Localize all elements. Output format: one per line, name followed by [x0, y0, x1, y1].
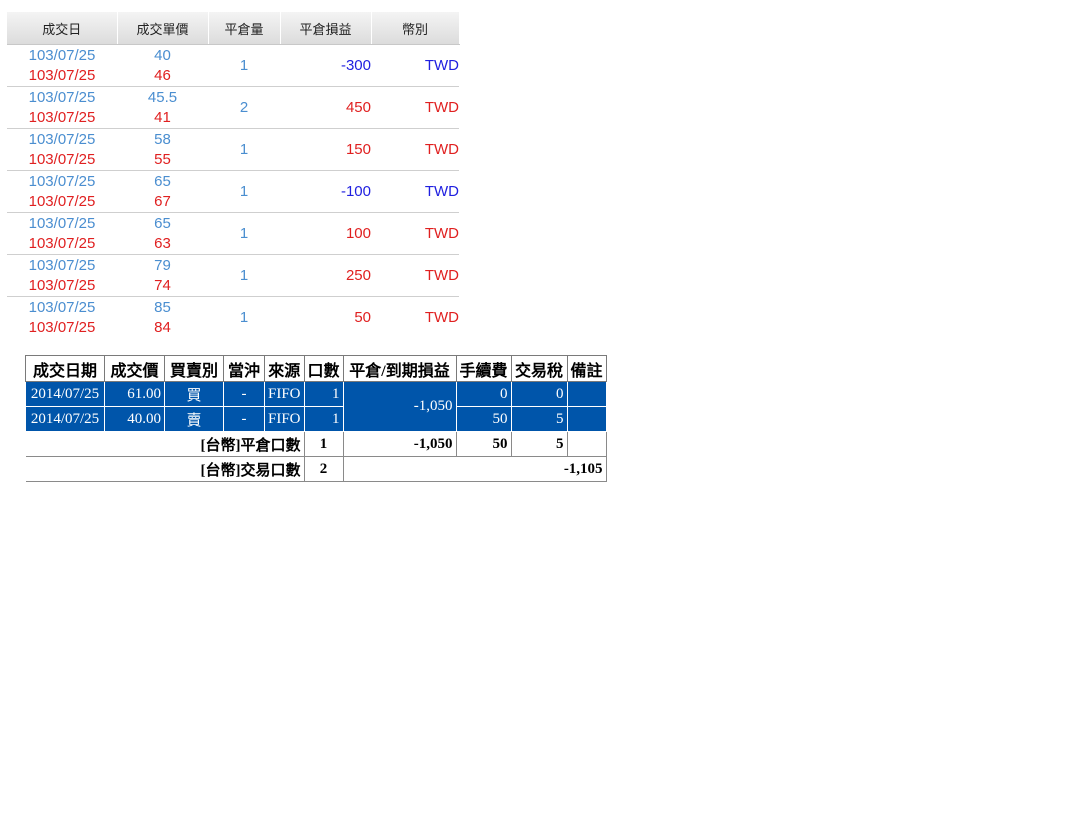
- trade-date-cell: 103/07/25 103/07/25: [7, 170, 117, 213]
- trade-price-cell: 40.00: [104, 406, 165, 432]
- header-trade-date: 成交日期: [25, 355, 105, 382]
- daytrade-cell: -: [223, 406, 265, 432]
- table-row[interactable]: 103/07/25 103/07/25 85 84 1 50 TWD: [7, 297, 459, 339]
- close-pl-cell: 50: [354, 309, 371, 326]
- header-source: 來源: [264, 355, 305, 382]
- side-cell: 賣: [164, 406, 224, 432]
- close-qty-cell: 1: [208, 212, 280, 255]
- header-close-expiry-pl: 平倉/到期損益: [342, 355, 457, 382]
- summary-trade-net: -1,105: [342, 456, 607, 482]
- table-row[interactable]: 103/07/25 103/07/25 65 63 1 100 TWD: [7, 212, 459, 255]
- close-pl-cell: -300: [280, 44, 371, 87]
- closed-positions-table: 成交日 成交單價 平倉量 平倉損益 幣別 103/07/25 103/07/25 …: [7, 12, 460, 338]
- currency-cell: TWD: [371, 44, 459, 87]
- unit-price-cell: 58 55: [117, 128, 208, 171]
- unit-price-cell: 65 67: [117, 170, 208, 213]
- header-note: 備註: [566, 355, 607, 382]
- trade-detail-table: 成交日期 成交價 買賣別 當沖 來源 口數 平倉/到期損益 手續費 交易稅 備註…: [25, 355, 607, 482]
- unit-price-cell: 65 63: [117, 212, 208, 255]
- tax-cell: 5: [510, 406, 568, 432]
- unit-price-cell: 40 46: [117, 44, 208, 87]
- trade-date-cell: 103/07/25 103/07/25: [7, 128, 117, 171]
- table-row[interactable]: 103/07/25 103/07/25 79 74 1 250 TWD: [7, 254, 459, 297]
- close-pl-cell: 450: [280, 86, 371, 129]
- currency-cell: TWD: [371, 254, 459, 297]
- close-expiry-pl-cell: -1,050: [342, 381, 457, 432]
- currency-cell: TWD: [371, 170, 459, 213]
- close-pl-cell: 150: [280, 128, 371, 171]
- trade-detail-header-row: 成交日期 成交價 買賣別 當沖 來源 口數 平倉/到期損益 手續費 交易稅 備註: [25, 355, 607, 382]
- trade-date-cell: 103/07/25 103/07/25: [7, 44, 117, 87]
- trade-price-cell: 61.00: [104, 381, 165, 407]
- trade-date-cell: 2014/07/25: [25, 381, 105, 407]
- currency-cell: TWD: [371, 86, 459, 129]
- header-close-pl[interactable]: 平倉損益: [280, 12, 372, 45]
- unit-price-cell: 45.5 41: [117, 86, 208, 129]
- header-lots: 口數: [303, 355, 344, 382]
- closed-positions-header-row: 成交日 成交單價 平倉量 平倉損益 幣別: [7, 12, 460, 45]
- table-row[interactable]: 103/07/25 103/07/25 40 46 1 -300 TWD: [7, 44, 459, 87]
- close-qty-cell: 1: [239, 309, 249, 326]
- unit-price-cell: 79 74: [117, 254, 208, 297]
- table-row[interactable]: 2014/07/25 61.00 買 - FIFO 1 -1,050 0 0: [25, 381, 607, 432]
- trade-date-cell: 103/07/25 103/07/25: [7, 212, 117, 255]
- note-cell: [566, 406, 607, 432]
- summary-trade-lots: 2: [303, 456, 344, 482]
- header-trade-price: 成交價: [104, 355, 165, 382]
- trade-date-cell: 2014/07/25: [25, 406, 105, 432]
- tax-cell: 0: [510, 381, 568, 407]
- header-currency[interactable]: 幣別: [371, 12, 460, 45]
- trade-date-cell: 103/07/25 103/07/25: [7, 254, 117, 297]
- close-qty-cell: 1: [208, 254, 280, 297]
- close-qty-cell: 1: [208, 128, 280, 171]
- source-cell: FIFO: [264, 381, 305, 407]
- summary-close-pl: -1,050: [342, 431, 457, 457]
- fee-cell: 50: [455, 406, 512, 432]
- lots-cell: 1: [303, 381, 344, 407]
- currency-cell: TWD: [371, 128, 459, 171]
- summary-close-label: [台幣]平倉口數: [25, 431, 305, 457]
- unit-price-cell: 85 84: [154, 298, 171, 336]
- header-fee: 手續費: [455, 355, 512, 382]
- close-pl-cell: 250: [280, 254, 371, 297]
- currency-cell: TWD: [424, 309, 459, 326]
- currency-cell: TWD: [371, 212, 459, 255]
- table-row[interactable]: 103/07/25 103/07/25 65 67 1 -100 TWD: [7, 170, 459, 213]
- table-row[interactable]: 103/07/25 103/07/25 45.5 41 2 450 TWD: [7, 86, 459, 129]
- header-close-qty[interactable]: 平倉量: [208, 12, 281, 45]
- side-cell: 買: [164, 381, 224, 407]
- close-qty-cell: 1: [208, 170, 280, 213]
- summary-close-fee: 50: [455, 431, 512, 457]
- lots-cell: 1: [303, 406, 344, 432]
- table-row[interactable]: 2014/07/25 40.00 賣 - FIFO 1 50 5: [25, 406, 607, 432]
- table-row[interactable]: 103/07/25 103/07/25 58 55 1 150 TWD: [7, 128, 459, 171]
- header-unit-price[interactable]: 成交單價: [117, 12, 209, 45]
- header-tax: 交易稅: [510, 355, 568, 382]
- close-qty-cell: 1: [208, 44, 280, 87]
- summary-close-note: [566, 431, 607, 457]
- close-pl-cell: -100: [280, 170, 371, 213]
- summary-close-lots: 1: [303, 431, 344, 457]
- header-daytrade: 當沖: [223, 355, 265, 382]
- note-cell: [566, 381, 607, 407]
- fee-cell: 0: [455, 381, 512, 407]
- close-qty-cell: 2: [208, 86, 280, 129]
- trade-date-cell: 103/07/25 103/07/25: [7, 86, 117, 129]
- summary-close-tax: 5: [510, 431, 568, 457]
- close-pl-cell: 100: [280, 212, 371, 255]
- source-cell: FIFO: [264, 406, 305, 432]
- summary-row-trade: [台幣]交易口數 2 -1,105: [25, 456, 607, 482]
- header-side: 買賣別: [164, 355, 224, 382]
- header-trade-date[interactable]: 成交日: [7, 12, 118, 45]
- trade-date-cell: 103/07/25 103/07/25: [28, 298, 96, 336]
- summary-trade-label: [台幣]交易口數: [25, 456, 305, 482]
- summary-row-close: [台幣]平倉口數 1 -1,050 50 5: [25, 431, 607, 457]
- daytrade-cell: -: [223, 381, 265, 407]
